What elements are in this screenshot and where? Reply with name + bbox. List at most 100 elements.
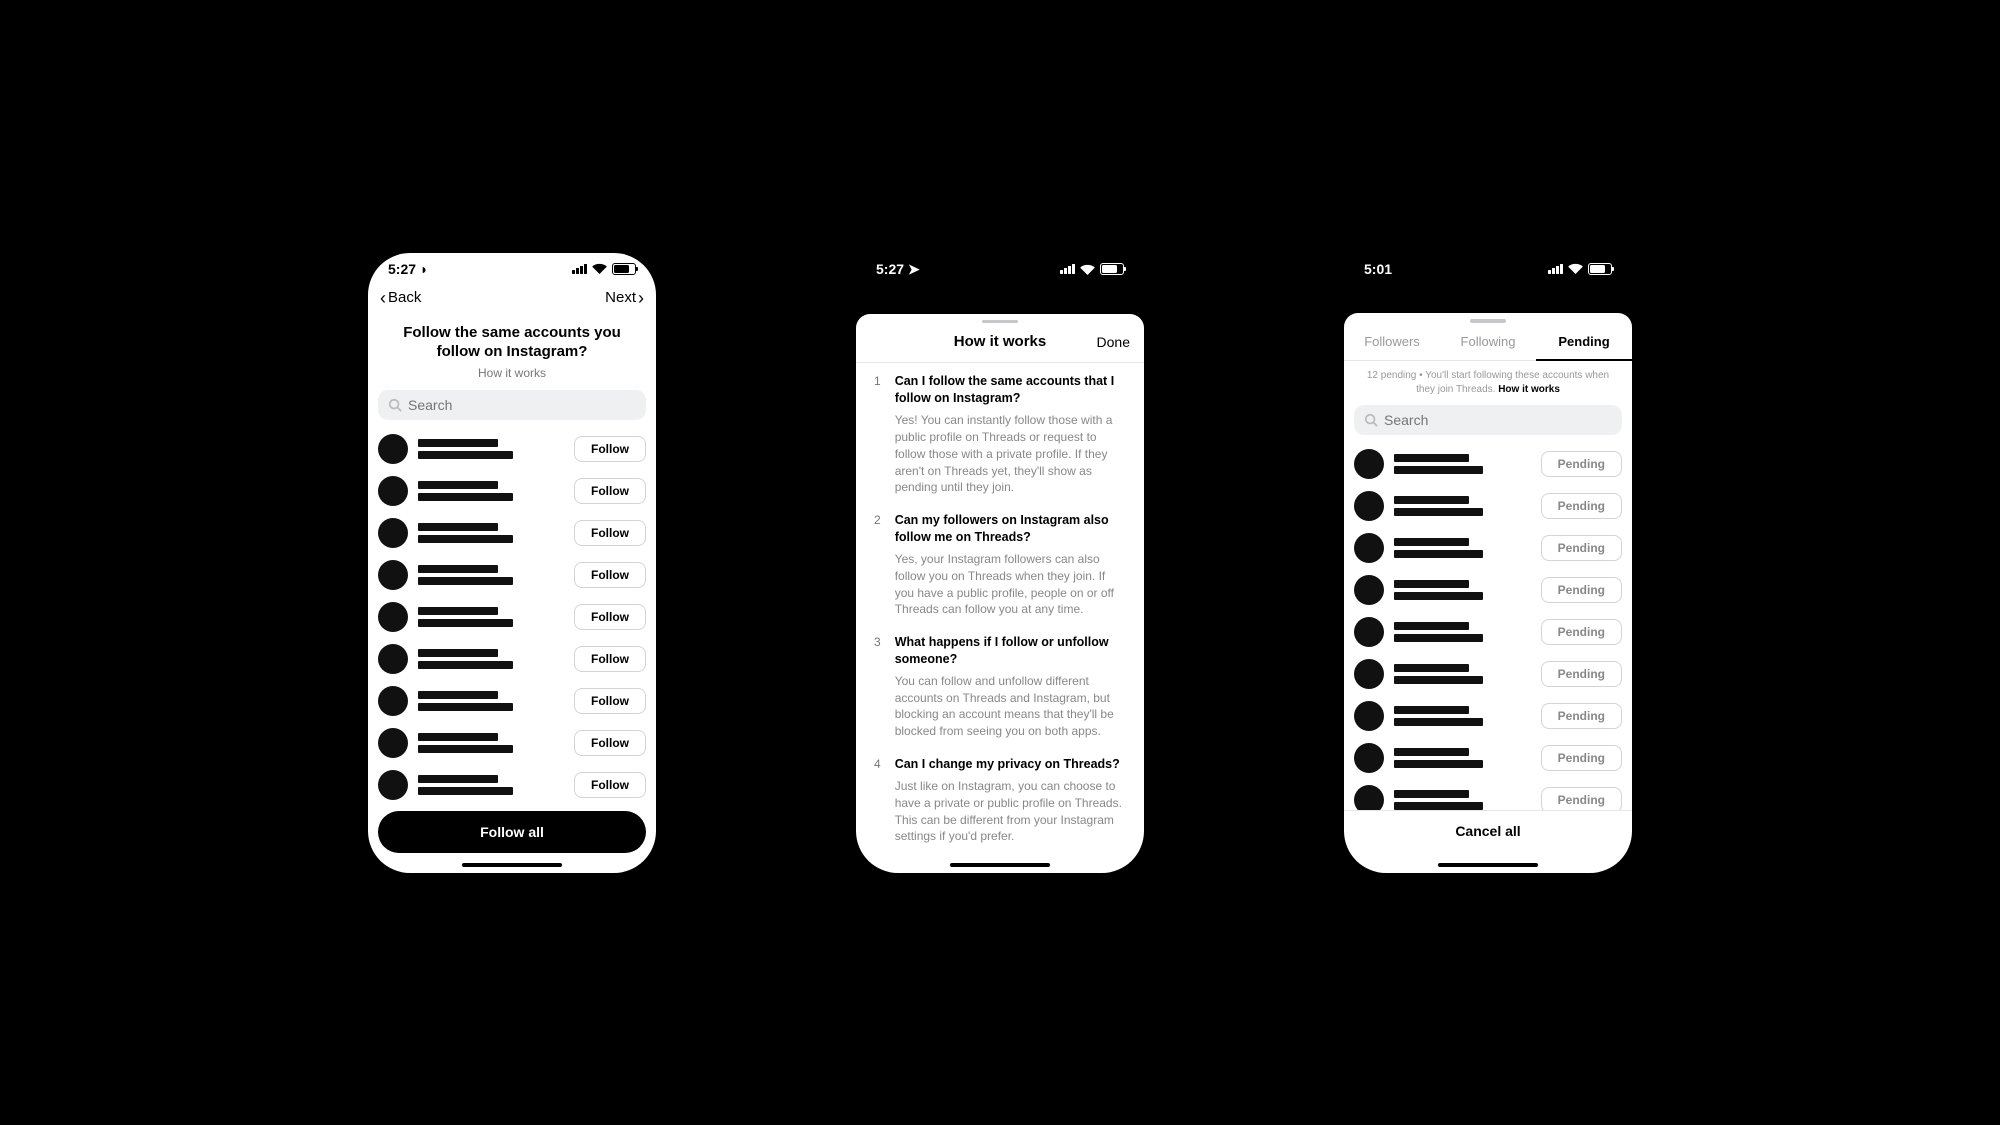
avatar[interactable] <box>1354 617 1384 647</box>
pending-button[interactable]: Pending <box>1541 745 1622 771</box>
pending-button[interactable]: Pending <box>1541 703 1622 729</box>
how-it-works-link[interactable]: How it works <box>1498 384 1560 395</box>
search-input[interactable] <box>378 390 646 420</box>
screen-follow-accounts: 5:27 ◗ ‹Back Next› Follow the same accou… <box>368 253 656 873</box>
list-item: Follow <box>378 680 646 722</box>
home-indicator <box>950 863 1050 867</box>
follow-button[interactable]: Follow <box>574 688 646 714</box>
list-item: Pending <box>1354 653 1622 695</box>
tab-followers[interactable]: Followers <box>1344 323 1440 360</box>
tab-following[interactable]: Following <box>1440 323 1536 360</box>
faq-number: 2 <box>874 512 881 618</box>
faq-number: 1 <box>874 373 881 496</box>
avatar[interactable] <box>378 602 408 632</box>
account-name-redacted <box>418 439 564 459</box>
sheet-header: How it works Done <box>856 323 1144 363</box>
nav-bar: ‹Back Next› <box>368 281 656 315</box>
home-indicator <box>1438 863 1538 867</box>
faq-list: 1 Can I follow the same accounts that I f… <box>856 363 1144 862</box>
search-input[interactable] <box>1354 405 1622 435</box>
back-button[interactable]: ‹Back <box>380 289 421 307</box>
pending-note: 12 pending • You'll start following thes… <box>1344 361 1632 405</box>
faq-question: Can I follow the same accounts that I fo… <box>895 373 1126 407</box>
pending-button[interactable]: Pending <box>1541 619 1622 645</box>
avatar[interactable] <box>1354 491 1384 521</box>
how-it-works-link[interactable]: How it works <box>368 366 656 390</box>
avatar[interactable] <box>1354 449 1384 479</box>
battery-icon <box>612 263 636 275</box>
account-name-redacted <box>1394 790 1531 810</box>
avatar[interactable] <box>378 560 408 590</box>
list-item: Pending <box>1354 611 1622 653</box>
list-item: Follow <box>378 554 646 596</box>
pending-button[interactable]: Pending <box>1541 787 1622 810</box>
cellular-icon <box>1548 264 1563 274</box>
avatar[interactable] <box>1354 575 1384 605</box>
pending-button[interactable]: Pending <box>1541 451 1622 477</box>
follow-button[interactable]: Follow <box>574 520 646 546</box>
account-name-redacted <box>1394 664 1531 684</box>
follow-button[interactable]: Follow <box>574 478 646 504</box>
list-item: Pending <box>1354 443 1622 485</box>
follow-all-button[interactable]: Follow all <box>378 811 646 853</box>
follow-button[interactable]: Follow <box>574 436 646 462</box>
avatar[interactable] <box>378 518 408 548</box>
pending-button[interactable]: Pending <box>1541 577 1622 603</box>
account-name-redacted <box>1394 748 1531 768</box>
avatar[interactable] <box>1354 533 1384 563</box>
account-name-redacted <box>1394 454 1531 474</box>
wifi-icon <box>1080 264 1095 275</box>
avatar[interactable] <box>378 476 408 506</box>
avatar[interactable] <box>378 644 408 674</box>
status-bar: 5:01 <box>1344 253 1632 277</box>
faq-item: 2Can my followers on Instagram also foll… <box>874 512 1126 618</box>
avatar[interactable] <box>1354 659 1384 689</box>
search-field[interactable] <box>408 397 636 413</box>
faq-answer: Yes! You can instantly follow those with… <box>895 412 1126 496</box>
faq-answer: Yes, your Instagram followers can also f… <box>895 551 1126 618</box>
pending-button[interactable]: Pending <box>1541 661 1622 687</box>
account-list: Follow Follow Follow Follow Follow Follow Foll… <box>368 428 656 801</box>
account-name-redacted <box>1394 580 1531 600</box>
account-name-redacted <box>418 733 564 753</box>
avatar[interactable] <box>1354 785 1384 810</box>
account-name-redacted <box>418 775 564 795</box>
avatar[interactable] <box>378 770 408 800</box>
account-name-redacted <box>1394 622 1531 642</box>
cellular-icon <box>572 264 587 274</box>
done-button[interactable]: Done <box>1097 334 1130 350</box>
avatar[interactable] <box>1354 743 1384 773</box>
account-name-redacted <box>1394 706 1531 726</box>
search-icon <box>388 398 402 412</box>
pending-button[interactable]: Pending <box>1541 493 1622 519</box>
status-time: 5:27 <box>876 261 904 277</box>
follow-button[interactable]: Follow <box>574 646 646 672</box>
cancel-all-button[interactable]: Cancel all <box>1354 811 1622 851</box>
avatar[interactable] <box>1354 701 1384 731</box>
status-bar: 5:27 ➤ <box>856 253 1144 278</box>
tab-pending[interactable]: Pending <box>1536 323 1632 360</box>
battery-icon <box>1100 263 1124 275</box>
list-item: Follow <box>378 596 646 638</box>
list-item: Pending <box>1354 485 1622 527</box>
cellular-icon <box>1060 264 1075 274</box>
search-field[interactable] <box>1384 412 1612 428</box>
avatar[interactable] <box>378 728 408 758</box>
avatar[interactable] <box>378 434 408 464</box>
follow-button[interactable]: Follow <box>574 730 646 756</box>
avatar[interactable] <box>378 686 408 716</box>
pending-button[interactable]: Pending <box>1541 535 1622 561</box>
follow-button[interactable]: Follow <box>574 772 646 798</box>
account-name-redacted <box>418 691 564 711</box>
list-item: Follow <box>378 722 646 764</box>
next-button[interactable]: Next› <box>605 289 644 307</box>
faq-item: 3What happens if I follow or unfollow so… <box>874 634 1126 740</box>
follow-button[interactable]: Follow <box>574 604 646 630</box>
search-icon <box>1364 413 1378 427</box>
list-item: Pending <box>1354 569 1622 611</box>
follow-button[interactable]: Follow <box>574 562 646 588</box>
faq-answer: Just like on Instagram, you can choose t… <box>895 778 1126 845</box>
chevron-right-icon: › <box>638 289 644 307</box>
list-item: Follow <box>378 428 646 470</box>
account-name-redacted <box>418 523 564 543</box>
